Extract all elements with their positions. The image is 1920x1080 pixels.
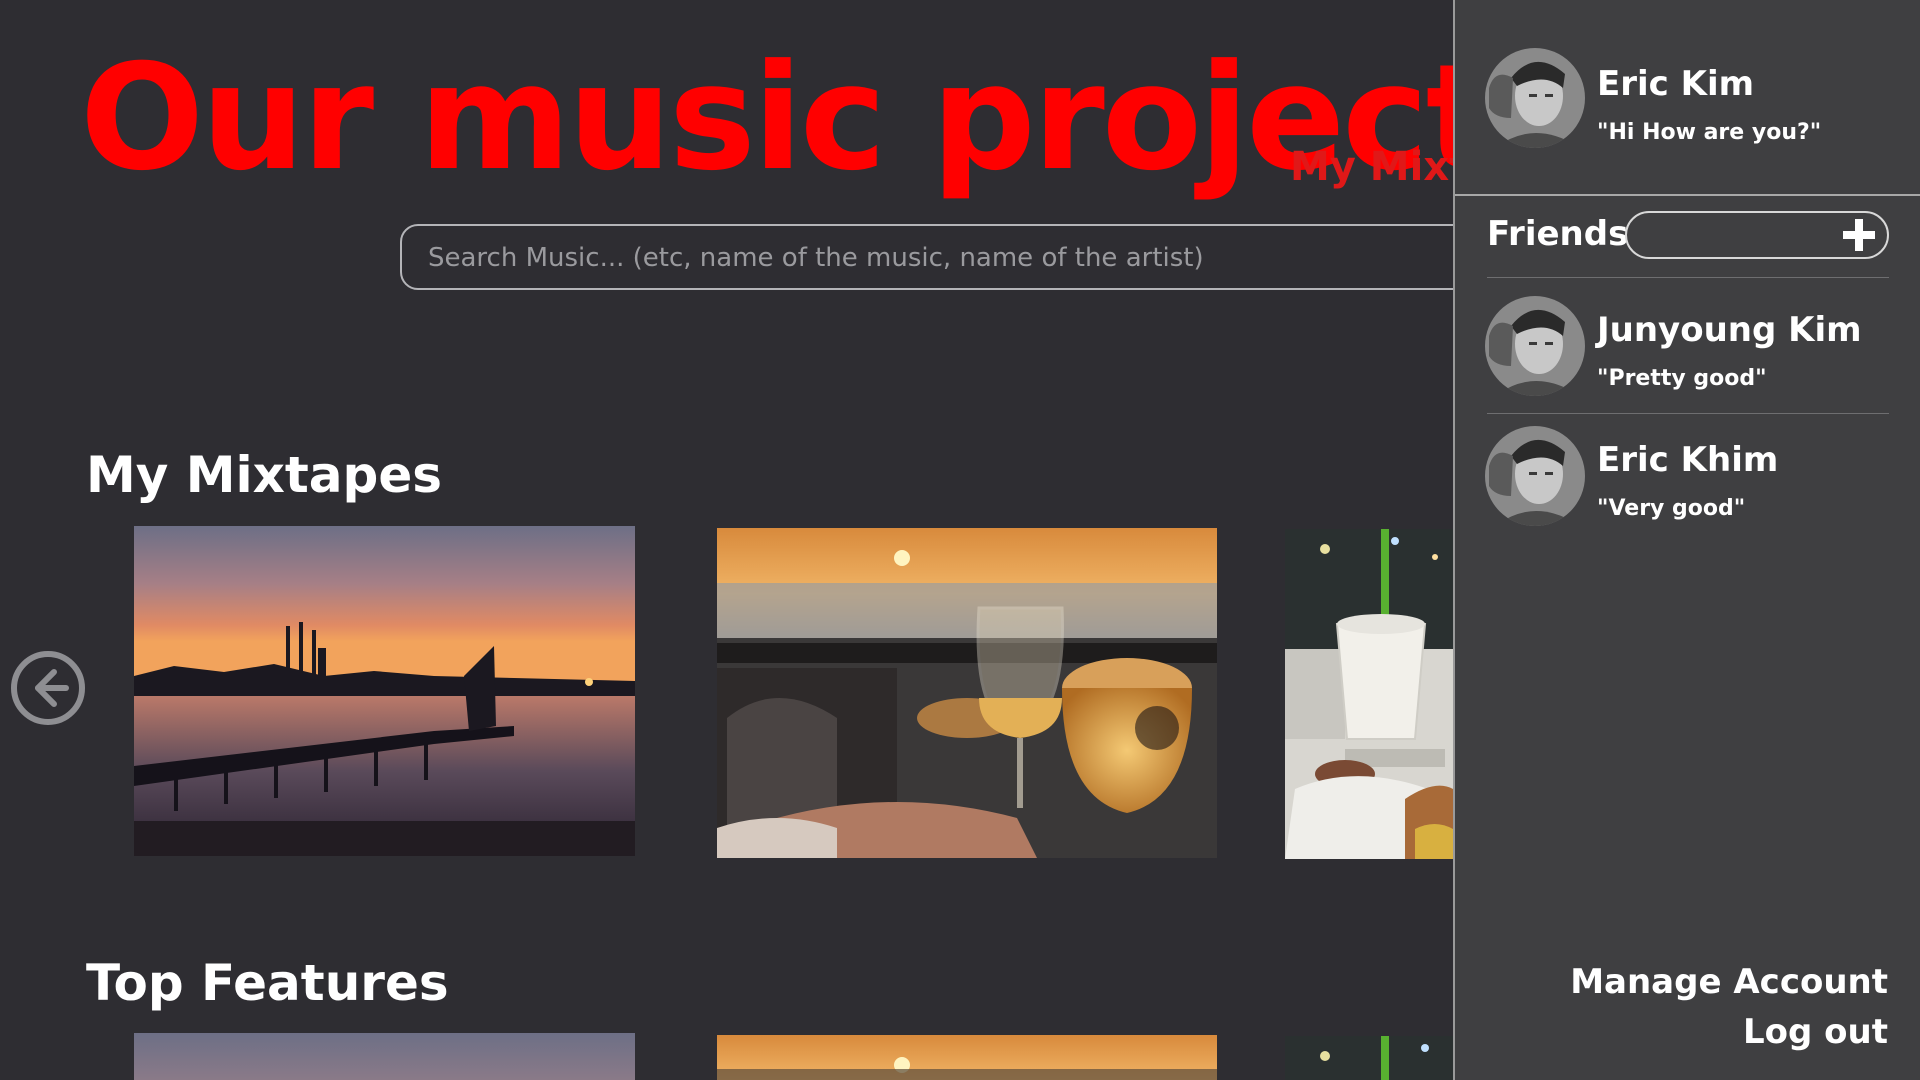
plus-icon[interactable] (1841, 217, 1877, 253)
top-features-heading: Top Features (86, 954, 449, 1012)
feature-card-3[interactable] (1285, 1036, 1453, 1080)
friend-status: "Pretty good" (1597, 366, 1767, 391)
shake-cup-photo (1285, 529, 1453, 859)
friend-item-eric-khim[interactable]: Eric Khim "Very good" (1455, 418, 1920, 546)
app-window: Our music project My Mixtapes My Mixtape… (0, 0, 1920, 1080)
main-content: Our music project My Mixtapes My Mixtape… (0, 0, 1453, 1080)
search-input[interactable] (426, 226, 1453, 290)
feature-card-2[interactable] (717, 1035, 1217, 1080)
current-user-status: "Hi How are you?" (1597, 120, 1822, 145)
drinks-toast-photo (717, 528, 1217, 858)
search-bar[interactable] (400, 224, 1453, 290)
arrow-left-circle-icon[interactable] (10, 650, 86, 726)
feature-card-1[interactable] (134, 1033, 635, 1080)
mixtape-card-1[interactable] (134, 526, 635, 856)
manage-account-link[interactable]: Manage Account (1570, 962, 1888, 1002)
friend-name: Eric Khim (1597, 440, 1779, 480)
avatar (1485, 426, 1585, 526)
friend-avatar-photo (1485, 296, 1585, 396)
my-mixtapes-heading: My Mixtapes (86, 446, 443, 504)
user-avatar-photo (1485, 48, 1585, 148)
current-user-name: Eric Kim (1597, 64, 1755, 104)
sunset-pier-photo (134, 1033, 635, 1080)
divider (1487, 413, 1889, 414)
my-mixtapes-link[interactable]: My Mixtapes (1290, 144, 1453, 190)
divider (1487, 277, 1889, 278)
friend-search-input[interactable] (1641, 213, 1835, 259)
friend-name: Junyoung Kim (1597, 310, 1862, 350)
avatar (1485, 296, 1585, 396)
mixtape-card-3[interactable] (1285, 529, 1453, 859)
friends-sidebar: Eric Kim "Hi How are you?" Friends Junyo… (1453, 0, 1920, 1080)
mixtape-card-2[interactable] (717, 528, 1217, 858)
drinks-toast-photo (717, 1035, 1217, 1080)
log-out-link[interactable]: Log out (1743, 1012, 1888, 1052)
friend-item-junyoung-kim[interactable]: Junyoung Kim "Pretty good" (1455, 288, 1920, 416)
friend-avatar-photo (1485, 426, 1585, 526)
friend-search-bar[interactable] (1625, 211, 1889, 259)
avatar (1485, 48, 1585, 148)
current-user-profile[interactable]: Eric Kim "Hi How are you?" (1455, 0, 1920, 196)
friend-status: "Very good" (1597, 496, 1746, 521)
app-title: Our music project (80, 33, 1453, 203)
shake-cup-photo (1285, 1036, 1453, 1080)
friends-heading: Friends (1487, 214, 1629, 254)
sunset-pier-photo (134, 526, 635, 856)
